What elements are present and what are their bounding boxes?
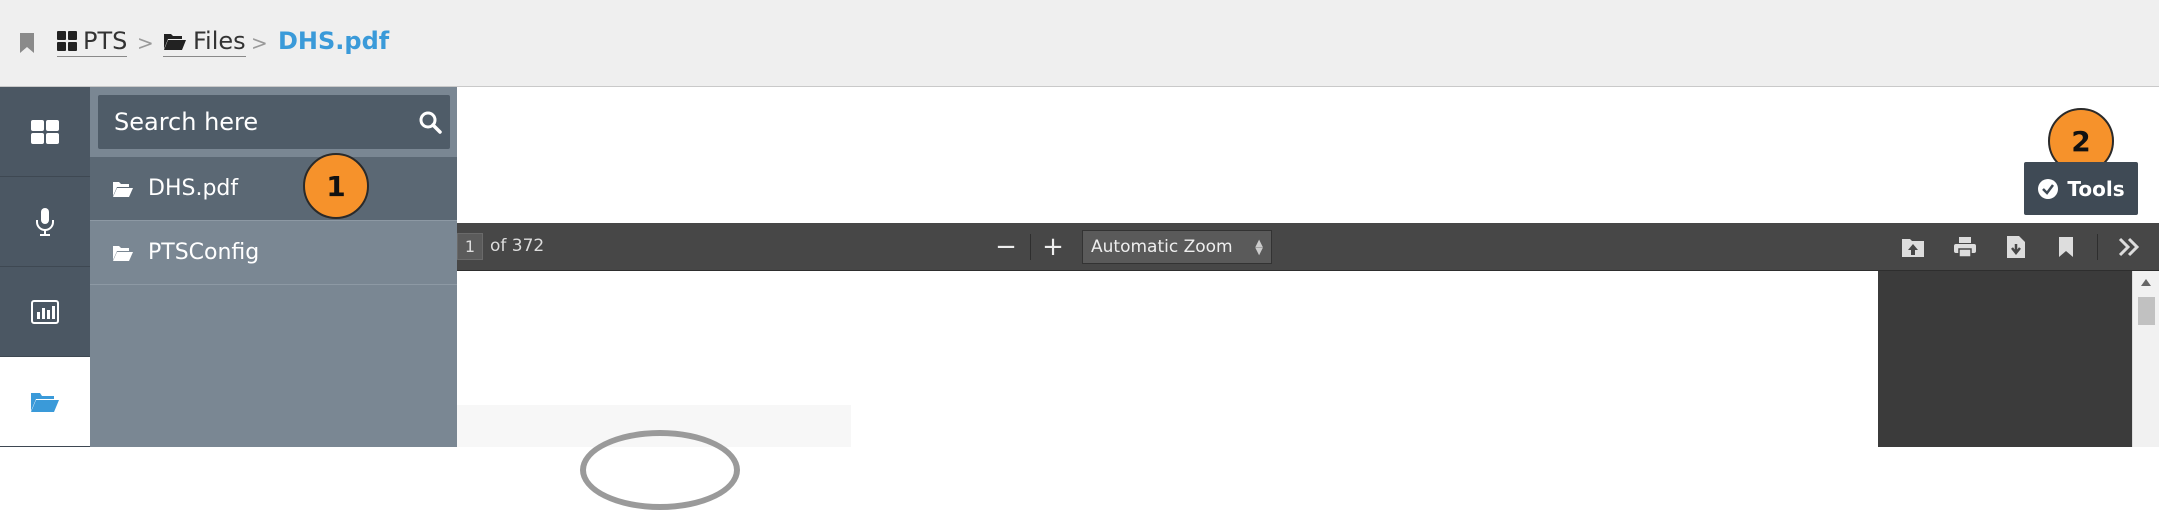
- search-box: [98, 95, 450, 149]
- toolbar-divider: [1030, 234, 1031, 260]
- breadcrumb-separator: >: [251, 31, 268, 55]
- search-input[interactable]: [98, 108, 398, 136]
- folder-open-icon: [31, 392, 59, 412]
- bookmark-icon: [2059, 237, 2073, 257]
- pdf-page-arc-graphic: [580, 430, 740, 510]
- breadcrumb-files[interactable]: Files: [163, 27, 246, 57]
- more-tools-button[interactable]: [2113, 231, 2145, 263]
- breadcrumb-separator: >: [137, 31, 154, 55]
- rail-item-dashboard[interactable]: [0, 87, 90, 177]
- page-number-input[interactable]: 1: [457, 233, 483, 260]
- zoom-value: Automatic Zoom: [1091, 237, 1233, 257]
- files-panel: DHS.pdf PTSConfig: [90, 87, 457, 447]
- pdf-toolbar: 1 of 372 − + Automatic Zoom ▲ ▼: [457, 223, 2159, 271]
- double-chevron-right-icon: [2118, 237, 2140, 257]
- open-file-icon: [1902, 239, 1924, 257]
- breadcrumb-current: DHS.pdf: [278, 27, 390, 55]
- folder-open-icon: [113, 181, 133, 197]
- download-icon: [2007, 236, 2025, 258]
- bar-chart-icon: [31, 299, 59, 324]
- file-item-ptsconfig[interactable]: PTSConfig: [90, 221, 457, 285]
- callout-badge-1: 1: [303, 153, 369, 219]
- zoom-select[interactable]: Automatic Zoom ▲ ▼: [1082, 230, 1272, 264]
- file-item-dhs[interactable]: DHS.pdf: [90, 157, 457, 221]
- breadcrumb-files-label: Files: [193, 26, 246, 55]
- page-count: of 372: [490, 236, 545, 256]
- scroll-up-arrow-icon[interactable]: [2141, 279, 2151, 286]
- rail-item-files[interactable]: [0, 357, 90, 447]
- search-icon[interactable]: [418, 110, 442, 134]
- breadcrumb-pts[interactable]: PTS: [57, 26, 128, 57]
- open-file-button[interactable]: [1897, 231, 1929, 263]
- rail-item-audio[interactable]: [0, 177, 90, 267]
- icon-rail: [0, 87, 90, 447]
- tools-button[interactable]: Tools: [2024, 162, 2138, 215]
- grid-icon: [31, 119, 59, 144]
- toolbar-divider: [2097, 234, 2098, 260]
- file-item-label: DHS.pdf: [148, 176, 239, 201]
- select-arrows-icon: ▲ ▼: [1255, 238, 1263, 257]
- file-item-label: PTSConfig: [148, 240, 260, 265]
- rail-item-reports[interactable]: [0, 267, 90, 357]
- grid-icon: [57, 30, 77, 51]
- folder-open-icon: [164, 33, 186, 50]
- print-button[interactable]: [1949, 231, 1981, 263]
- pdf-side-panel: [1878, 271, 2132, 447]
- scrollbar[interactable]: [2132, 271, 2159, 447]
- breadcrumb-pts-label: PTS: [83, 26, 128, 55]
- bookmark-button[interactable]: [2050, 231, 2082, 263]
- microphone-icon: [36, 207, 54, 236]
- scroll-thumb[interactable]: [2138, 297, 2155, 325]
- bookmark-icon[interactable]: [20, 33, 34, 53]
- check-circle-icon: [2038, 178, 2059, 199]
- print-icon: [1954, 237, 1976, 258]
- download-button[interactable]: [2000, 231, 2032, 263]
- tools-label: Tools: [2067, 176, 2125, 201]
- folder-open-icon: [113, 245, 133, 261]
- zoom-out-button[interactable]: −: [990, 231, 1022, 263]
- zoom-in-button[interactable]: +: [1037, 231, 1069, 263]
- top-bar: PTS > Files > DHS.pdf: [0, 0, 2159, 87]
